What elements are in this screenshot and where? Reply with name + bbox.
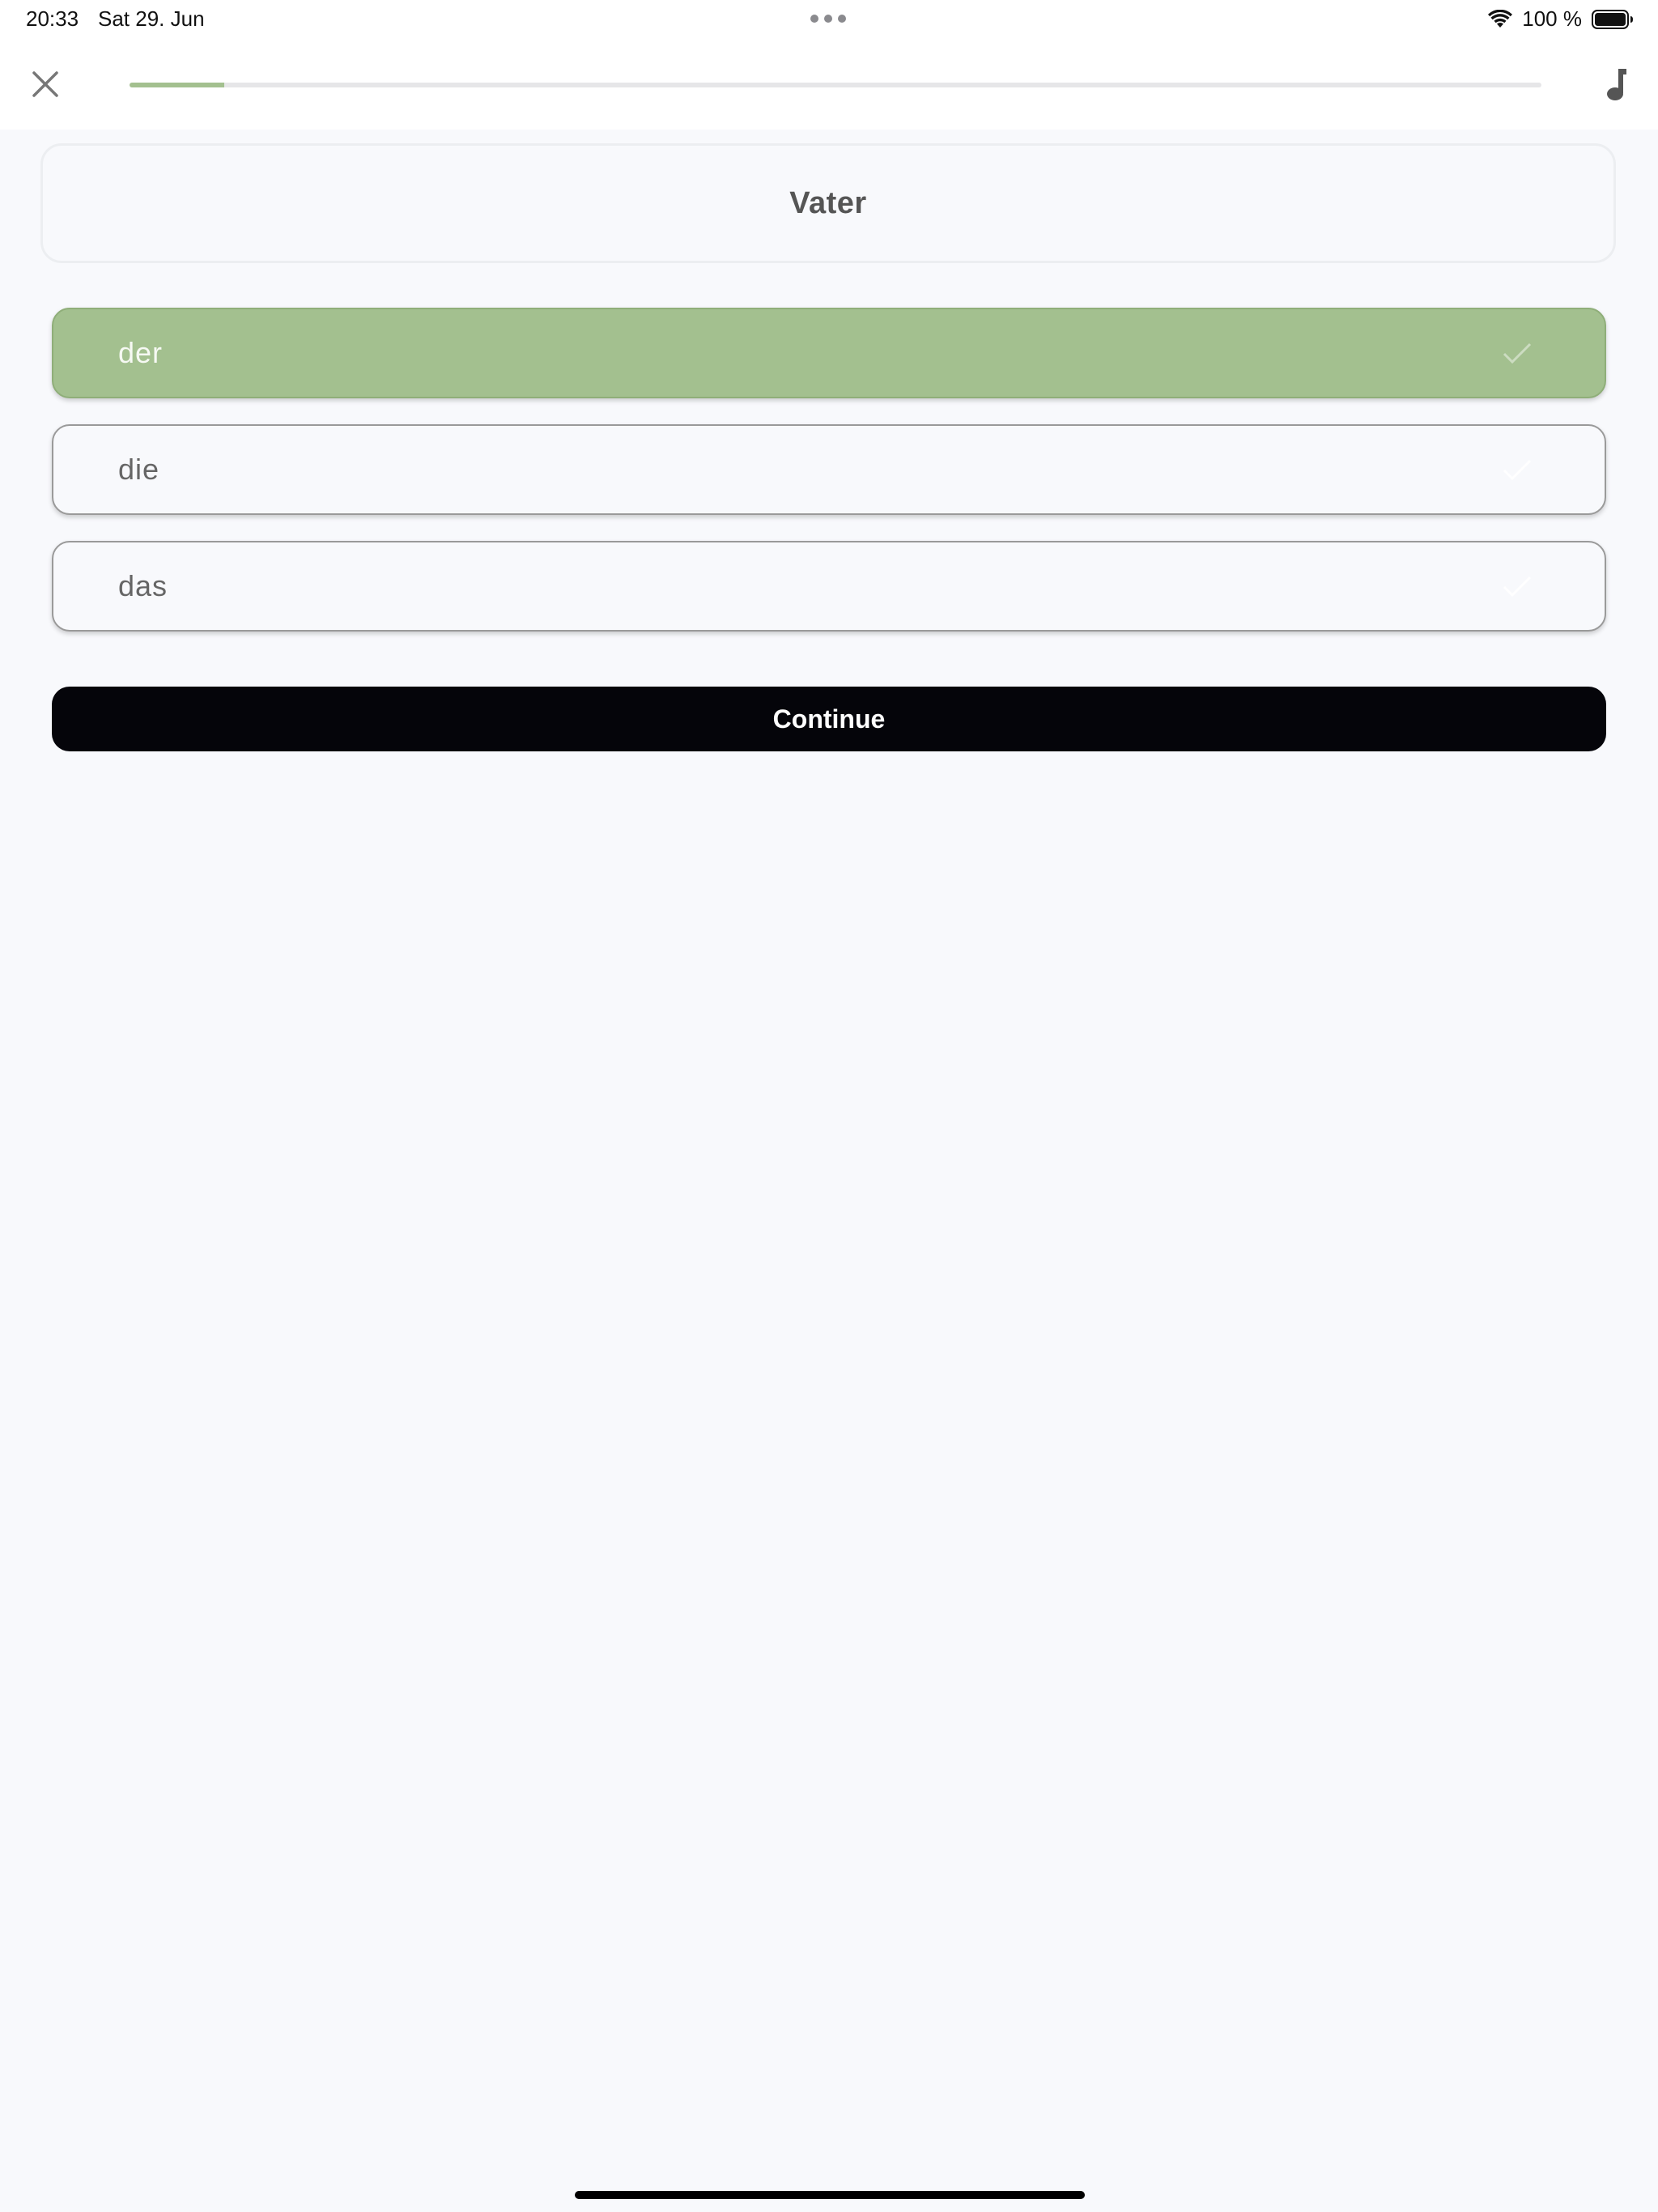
battery-icon [1592, 9, 1633, 29]
option-label: der [118, 336, 164, 369]
status-right: 100 % [1488, 6, 1634, 32]
option-der[interactable]: der [52, 308, 1606, 398]
close-button[interactable] [24, 63, 66, 105]
battery-percent: 100 % [1522, 6, 1582, 31]
word-card: Vater [40, 143, 1616, 263]
checkmark-icon [1503, 459, 1532, 481]
option-die[interactable]: die [52, 424, 1606, 515]
option-das[interactable]: das [52, 541, 1606, 632]
status-time: 20:33 [26, 6, 79, 31]
option-label: die [118, 453, 160, 486]
word-text: Vater [789, 185, 867, 220]
checkmark-icon [1503, 342, 1532, 364]
status-date: Sat 29. Jun [98, 6, 205, 31]
music-button[interactable] [1596, 60, 1637, 108]
continue-button[interactable]: Continue [52, 687, 1606, 751]
checkmark-icon [1503, 576, 1532, 598]
status-bar: 20:33 Sat 29. Jun 100 % [0, 0, 1658, 39]
close-icon [32, 71, 58, 97]
more-dots-icon[interactable] [810, 14, 847, 23]
option-label: das [118, 569, 168, 602]
progress-bar [130, 83, 1541, 87]
music-note-icon [1607, 69, 1626, 100]
top-bar [0, 39, 1658, 130]
screen: 20:33 Sat 29. Jun 100 % Vater der die da… [0, 0, 1658, 2212]
progress-fill [130, 83, 224, 87]
home-indicator[interactable] [575, 2191, 1085, 2199]
wifi-icon [1488, 9, 1513, 28]
